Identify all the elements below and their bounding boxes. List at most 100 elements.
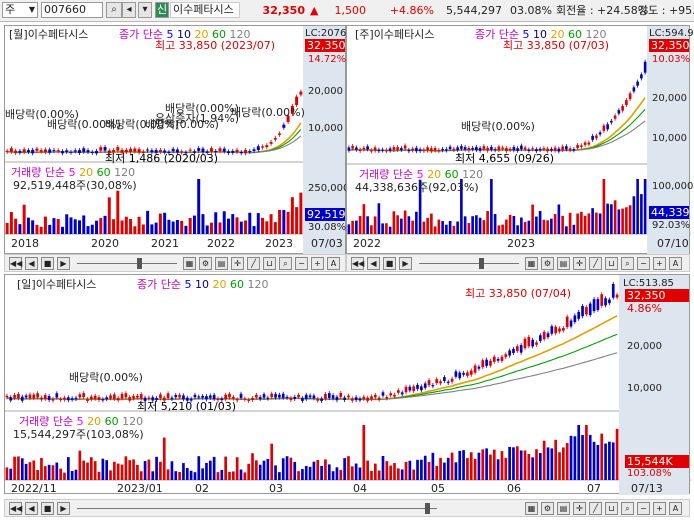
candle [441,148,444,151]
minus-icon[interactable]: − [637,257,650,270]
grid-icon[interactable]: ▦ [525,257,538,270]
volume-bar [113,461,116,480]
volume-bar [137,216,141,234]
draw-line-icon[interactable]: ╱ [589,502,602,515]
volume-bar [270,443,274,480]
candle [568,148,572,151]
candle [422,149,426,152]
zoom-slider-thumb[interactable] [137,258,142,269]
first-icon[interactable]: ◀◀ [9,257,22,270]
volume-bar [400,218,403,234]
prev-icon[interactable]: ◀ [367,257,380,270]
settings-icon[interactable]: ⚙ [199,257,212,270]
volume-bar [595,212,598,234]
volume-bar [422,221,426,234]
next-icon[interactable]: ▶ [57,502,70,515]
minus-icon[interactable]: − [637,502,650,515]
text-icon[interactable]: A [669,257,682,270]
plus-icon[interactable]: + [653,257,666,270]
volume-bar [170,461,174,480]
zoom-slider[interactable] [419,263,519,264]
candle [565,316,569,328]
search-icon[interactable]: ⌕ [279,257,292,270]
volume-bar [504,457,508,480]
volume-bar [486,211,489,234]
monthly-chart-panel[interactable]: [월]이수페타시스 종가 단순 5 10 20 60 120 LC:2076 최… [4,25,349,255]
bars-icon[interactable]: ▤ [557,257,570,270]
settings-icon[interactable]: ⚙ [541,502,554,515]
text-icon[interactable]: A [327,257,340,270]
candle [281,393,285,398]
stop-icon[interactable]: ■ [41,257,54,270]
candle [535,149,538,152]
magnet-icon[interactable]: ⊔ [605,257,618,270]
candle [490,146,493,150]
search-icon[interactable]: ⌕ [106,2,122,18]
candle [101,399,105,401]
next-icon[interactable]: ▶ [57,257,70,270]
volume-legend: 거래량 단순 5 20 60 120 [11,166,135,179]
daily-chart-panel[interactable]: [일]이수페타시스 종가 단순 5 10 20 60 120 LC:513.85… [4,274,691,495]
weekly-chart-panel[interactable]: [주]이수페타시스 종가 단순 5 10 20 60 120 LC:594.9 … [346,25,694,255]
zoom-slider-thumb[interactable] [479,258,484,269]
prev-icon[interactable]: ◀ [25,257,38,270]
plus-icon[interactable]: + [311,257,324,270]
volume-bar [557,204,561,234]
next-icon[interactable]: ▶ [399,257,412,270]
candle [604,298,607,306]
volume-bar [366,216,369,234]
settings-icon[interactable]: ⚙ [541,257,554,270]
zoom-slider[interactable] [77,263,177,264]
mode-select[interactable]: 주 ▼ [2,2,38,18]
plus-icon[interactable]: + [653,502,666,515]
volume-bar [561,215,564,234]
stock-code-input[interactable]: 007660 [41,2,103,18]
candle [362,396,366,399]
candle [252,149,256,151]
candle [396,147,399,150]
stop-icon[interactable]: ■ [41,502,54,515]
first-icon[interactable]: ◀◀ [351,257,364,270]
magnet-icon[interactable]: ⊔ [605,502,618,515]
volume-bar [475,215,478,234]
volume-bar [205,462,208,480]
minus-icon[interactable]: − [295,257,308,270]
speaker-icon[interactable]: ◂ [122,2,136,18]
crosshair-icon[interactable]: ✛ [573,257,586,270]
high-label: 최고 33,850 (07/04) [465,287,572,300]
candle [239,151,243,154]
volume-bar [628,205,632,234]
grid-icon[interactable]: ▦ [525,502,538,515]
prev-icon[interactable]: ◀ [25,502,38,515]
draw-line-icon[interactable]: ╱ [589,257,602,270]
dropdown-icon[interactable]: ▾ [138,2,152,18]
magnet-icon[interactable]: ⊔ [263,257,276,270]
bars-icon[interactable]: ▤ [215,257,228,270]
volume-bar [515,446,519,480]
grid-icon[interactable]: ▦ [183,257,196,270]
change-percent: +4.86% [389,4,434,17]
volume-bar [208,460,212,480]
stop-icon[interactable]: ■ [383,257,396,270]
candle [289,397,293,401]
volume-bar [565,226,568,234]
zoom-slider-thumb[interactable] [425,503,430,514]
search-icon[interactable]: ⌕ [621,502,634,515]
search-icon[interactable]: ⌕ [621,257,634,270]
text-icon[interactable]: A [669,502,682,515]
candle [527,336,531,347]
crosshair-icon[interactable]: ✛ [231,257,244,270]
bars-icon[interactable]: ▤ [557,502,570,515]
volume-bar [412,469,416,480]
volume-bar [335,467,339,480]
candle [505,148,508,152]
zoom-slider[interactable] [77,508,437,509]
candle [576,144,579,149]
candle [381,149,384,151]
volume-bar [78,220,81,234]
candle [602,125,606,131]
draw-line-icon[interactable]: ╱ [247,257,260,270]
x-label: 2018 [11,237,39,250]
first-icon[interactable]: ◀◀ [9,502,22,515]
crosshair-icon[interactable]: ✛ [573,502,586,515]
